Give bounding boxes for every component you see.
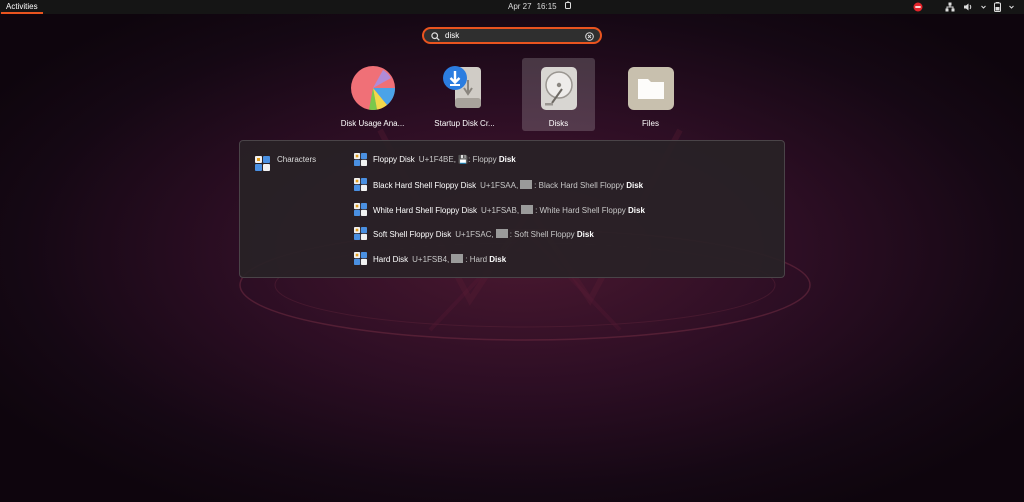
result-match: Disk	[489, 255, 507, 264]
result-name: : Floppy	[468, 155, 499, 164]
network-icon[interactable]	[945, 2, 955, 12]
clock[interactable]: Apr 27 16:15	[508, 0, 572, 14]
search-entry[interactable]: disk	[422, 27, 602, 44]
system-tray[interactable]	[913, 2, 1014, 12]
provider-name: Characters	[277, 155, 317, 164]
character-icon	[354, 227, 367, 240]
result-title: Hard Disk	[373, 255, 409, 264]
app-label: Startup Disk Cr...	[434, 119, 495, 128]
result-name: : Hard	[465, 255, 490, 264]
character-icon	[354, 252, 367, 265]
result-code: U+1FSB4,	[412, 255, 450, 264]
clock-date: Apr 27	[508, 2, 532, 11]
search-icon	[431, 32, 440, 41]
app-label: Disks	[548, 119, 569, 128]
app-label: Files	[642, 119, 659, 128]
search-input[interactable]: disk	[445, 31, 459, 41]
app-label: Disk Usage Ana...	[340, 119, 405, 128]
activities-button[interactable]: Activities	[1, 0, 43, 14]
disks-icon	[541, 67, 577, 110]
power-menu-arrow-icon[interactable]	[981, 2, 986, 12]
files-icon	[628, 67, 674, 110]
result-match: Disk	[498, 155, 516, 164]
chevron-down-icon[interactable]	[1009, 2, 1014, 12]
character-icon	[354, 203, 367, 216]
missing-glyph-box	[521, 205, 534, 214]
result-name: : White Hard Shell Floppy	[535, 206, 628, 215]
result-match: Disk	[626, 181, 644, 190]
missing-glyph-box	[495, 229, 508, 238]
characters-app-icon[interactable]	[255, 156, 270, 171]
missing-glyph-box	[451, 254, 464, 263]
character-icon	[354, 178, 367, 191]
top-bar: Activities Apr 27 16:15	[0, 0, 1024, 14]
result-glyph: 💾	[458, 155, 469, 164]
disk-usage-analyzer-icon	[351, 66, 396, 110]
result-title: White Hard Shell Floppy Disk	[373, 206, 478, 215]
app-disks[interactable]: Disks	[522, 58, 595, 131]
characters-results-panel: Characters Floppy Disk U+1F4BE, 💾: Floppy…	[239, 140, 785, 278]
character-icon	[354, 153, 367, 166]
clock-time: 16:15	[536, 2, 557, 11]
clear-icon[interactable]	[585, 32, 594, 41]
app-startup-disk-creator[interactable]: Startup Disk Cr...	[428, 58, 501, 131]
result-name: : Soft Shell Floppy	[509, 230, 577, 239]
result-code: U+1FSAA,	[480, 181, 519, 190]
result-title: Soft Shell Floppy Disk	[373, 230, 452, 239]
result-title: Floppy Disk	[373, 155, 415, 164]
result-name: : Black Hard Shell Floppy	[534, 181, 627, 190]
result-code: U+1FSAB,	[481, 206, 520, 215]
do-not-disturb-icon[interactable]	[913, 2, 923, 12]
result-code: U+1FSAC,	[455, 230, 494, 239]
result-match: Disk	[628, 206, 645, 215]
battery-icon[interactable]	[994, 2, 1001, 12]
volume-icon[interactable]	[963, 2, 973, 12]
startup-disk-creator-icon	[443, 66, 481, 108]
app-files[interactable]: Files	[614, 58, 687, 131]
result-code: U+1F4BE,	[418, 155, 456, 164]
result-title: Black Hard Shell Floppy Disk	[373, 181, 477, 190]
missing-glyph-box	[520, 180, 533, 189]
result-match: Disk	[576, 230, 594, 239]
app-disk-usage-analyzer[interactable]: Disk Usage Ana...	[336, 58, 409, 131]
alarm-icon	[564, 1, 571, 9]
